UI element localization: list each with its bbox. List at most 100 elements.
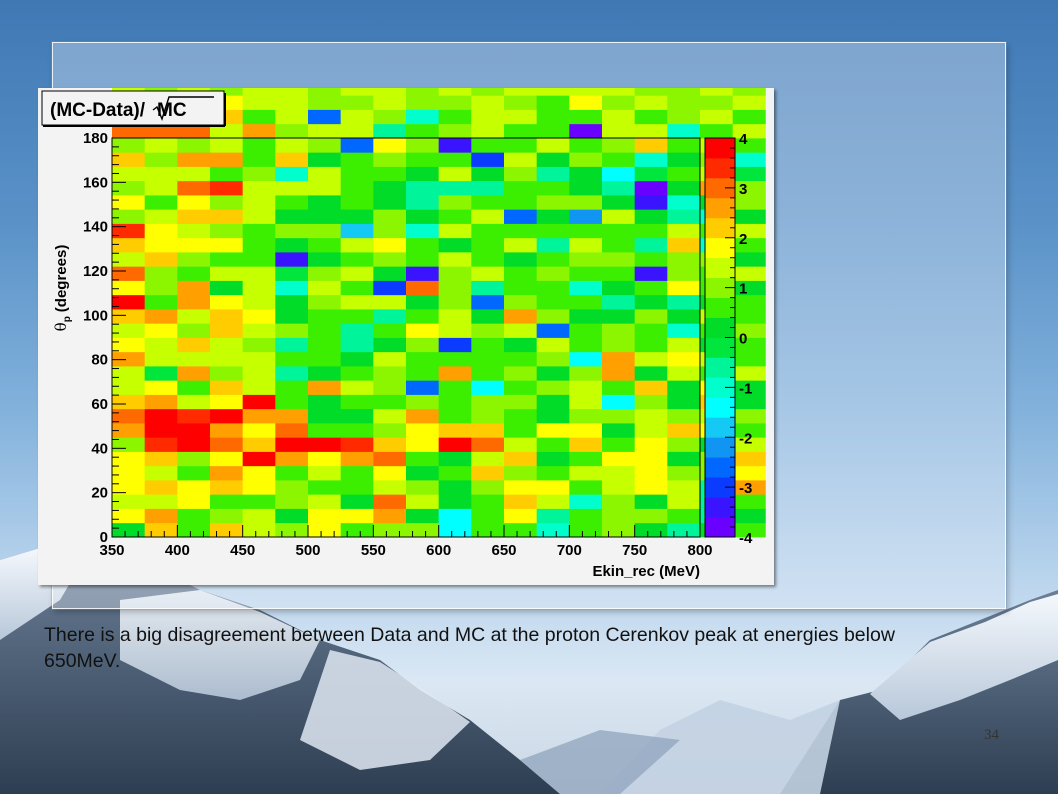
heatmap-cell: [340, 465, 374, 481]
heatmap-cell: [112, 209, 146, 224]
heatmap-cell: [569, 123, 603, 139]
heatmap-cell: [275, 280, 309, 296]
heatmap-cell: [242, 366, 276, 381]
heatmap-cell: [504, 294, 538, 310]
heatmap-cell: [471, 195, 505, 210]
heatmap-cell: [242, 423, 276, 438]
heatmap-cell: [634, 380, 668, 395]
heatmap-cell: [308, 180, 342, 196]
heatmap-cell: [308, 294, 342, 310]
heatmap-cell: [667, 380, 701, 395]
heatmap-cell: [732, 508, 766, 524]
heatmap-cell: [602, 180, 636, 196]
heatmap-cell: [144, 437, 178, 452]
heatmap-cell: [732, 223, 766, 239]
heatmap-cell: [177, 195, 211, 210]
heatmap-cell: [732, 166, 766, 182]
heatmap-cell: [242, 408, 276, 424]
heatmap-cell: [242, 266, 276, 281]
heatmap-cell: [504, 366, 538, 381]
heatmap-cell: [602, 522, 636, 538]
heatmap-cell: [667, 123, 701, 139]
heatmap-cell: [634, 152, 668, 167]
heatmap-cell: [373, 394, 407, 410]
heatmap-cell: [438, 223, 472, 239]
heatmap-cell: [340, 294, 374, 310]
heatmap-cell: [667, 437, 701, 452]
heatmap-cell: [275, 109, 309, 125]
heatmap-cell: [144, 337, 178, 353]
heatmap-cell: [308, 480, 342, 495]
heatmap-cell: [504, 166, 538, 182]
heatmap-cell: [210, 351, 244, 367]
heatmap-cell: [602, 480, 636, 495]
heatmap-cell: [732, 180, 766, 196]
heatmap-cell: [438, 423, 472, 438]
heatmap-cell: [373, 280, 407, 296]
heatmap-cell: [340, 152, 374, 167]
heatmap-cell: [536, 180, 570, 196]
heatmap-cell: [634, 437, 668, 452]
heatmap-cell: [602, 494, 636, 509]
heatmap-cell: [634, 138, 668, 153]
heatmap-cell: [177, 423, 211, 438]
heatmap-cell: [634, 280, 668, 296]
heatmap-cell: [210, 408, 244, 424]
heatmap-cell: [700, 109, 734, 125]
heatmap-cell: [536, 109, 570, 125]
heatmap-cell: [569, 95, 603, 110]
y-tick-label: 120: [83, 263, 108, 280]
heatmap-cell: [275, 88, 309, 96]
heatmap-cell: [569, 180, 603, 196]
heatmap-cell: [340, 209, 374, 224]
heatmap-cell: [373, 123, 407, 139]
heatmap-cell: [275, 195, 309, 210]
heatmap-cell: [504, 237, 538, 253]
heatmap-cell: [373, 465, 407, 481]
heatmap-cell: [634, 195, 668, 210]
heatmap-cell: [275, 237, 309, 253]
heatmap-cell: [308, 394, 342, 410]
heatmap-cell: [406, 166, 440, 182]
heatmap-cell: [569, 337, 603, 353]
heatmap-cell: [569, 209, 603, 224]
heatmap-cell: [177, 351, 211, 367]
heatmap-cell: [438, 323, 472, 338]
heatmap-cell: [340, 95, 374, 110]
x-tick-label: 600: [426, 542, 451, 559]
heatmap-cell: [308, 366, 342, 381]
heatmap-cell: [471, 437, 505, 452]
heatmap-cell: [667, 88, 701, 96]
heatmap-cell: [275, 465, 309, 481]
heatmap-cell: [634, 294, 668, 310]
heatmap-cell: [536, 522, 570, 538]
heatmap-cell: [536, 252, 570, 267]
heatmap-cell: [373, 309, 407, 324]
heatmap-cell: [210, 309, 244, 324]
heatmap-cell: [275, 294, 309, 310]
heatmap-cell: [602, 437, 636, 452]
heatmap-cell: [406, 337, 440, 353]
heatmap-cell: [471, 266, 505, 281]
heatmap-cell: [471, 480, 505, 495]
heatmap-cell: [242, 522, 276, 538]
heatmap-cell: [438, 351, 472, 367]
heatmap-cell: [504, 266, 538, 281]
heatmap-cell: [406, 494, 440, 509]
heatmap-cell: [667, 508, 701, 524]
heatmap-cell: [112, 252, 146, 267]
heatmap-cell: [569, 309, 603, 324]
heatmap-cell: [177, 451, 211, 467]
heatmap-cell: [504, 223, 538, 239]
heatmap-cell: [340, 88, 374, 96]
heatmap-cell: [569, 380, 603, 395]
heatmap-cell: [308, 138, 342, 153]
heatmap-cell: [602, 166, 636, 182]
heatmap-cell: [667, 408, 701, 424]
heatmap-cell: [667, 351, 701, 367]
heatmap-cell: [634, 180, 668, 196]
heatmap-cell: [634, 166, 668, 182]
heatmap-cell: [569, 366, 603, 381]
heatmap-cell: [471, 508, 505, 524]
heatmap-cell: [569, 423, 603, 438]
